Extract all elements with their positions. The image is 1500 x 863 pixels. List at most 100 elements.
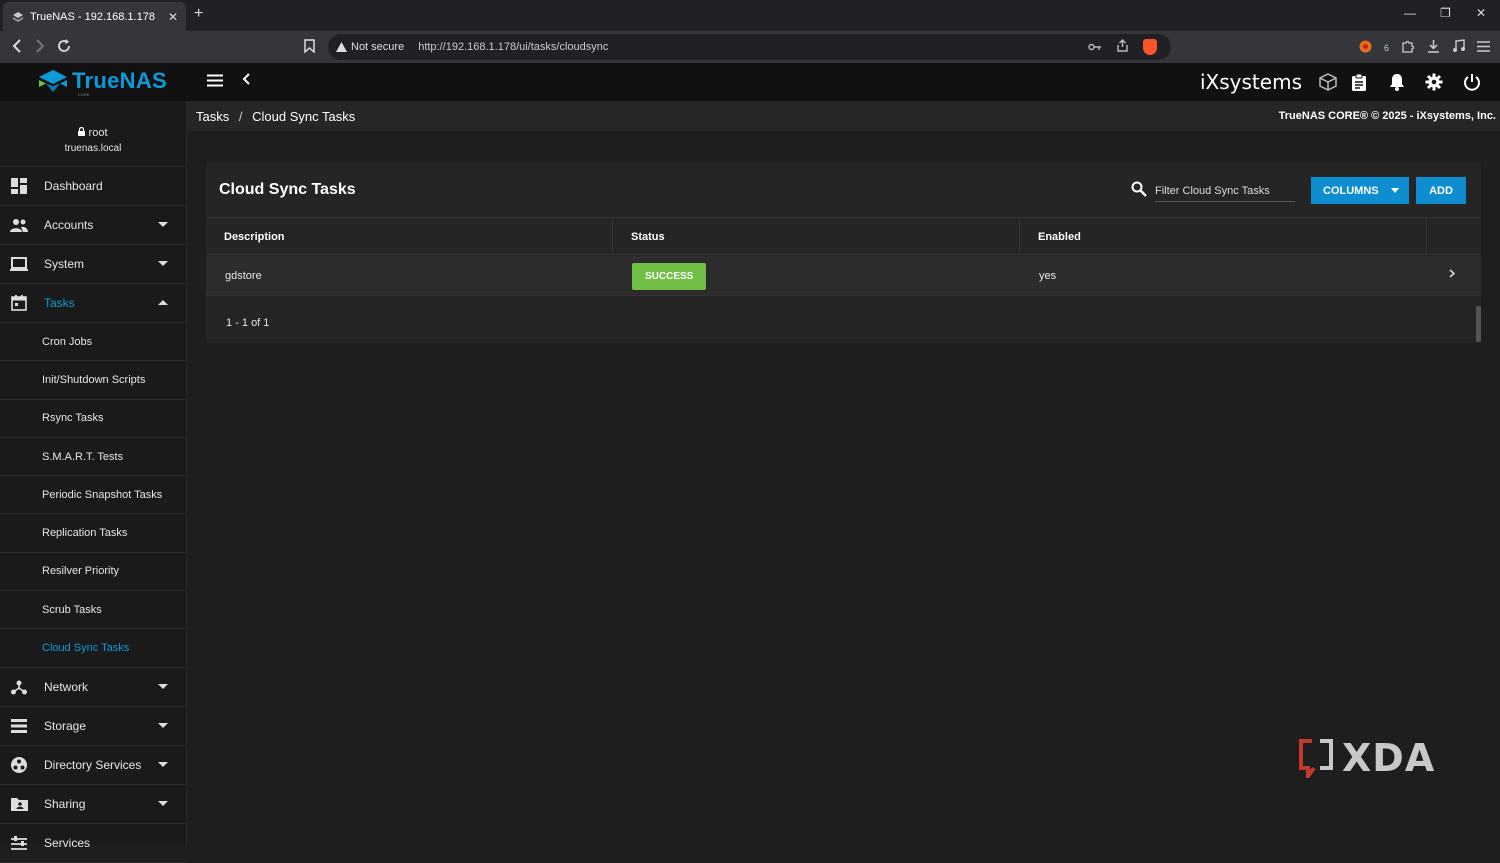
security-indicator[interactable]: Not secure <box>336 41 404 53</box>
sidebar-item-label: Sharing <box>44 796 86 811</box>
bell-icon[interactable] <box>1387 72 1407 92</box>
sidebar-subitem-resilver-priority[interactable]: Resilver Priority <box>0 553 186 592</box>
close-window-button[interactable]: ✕ <box>1476 6 1486 20</box>
clipboard-icon[interactable] <box>1349 72 1369 92</box>
extensions-puzzle-icon[interactable] <box>1401 39 1415 56</box>
sidebar-subitem-periodic-snapshot-tasks[interactable]: Periodic Snapshot Tasks <box>0 476 186 515</box>
app-header: TrueNAS CORE iXsystems <box>0 63 1500 101</box>
sidebar-item-label: System <box>44 257 85 271</box>
truenas-logo[interactable]: TrueNAS CORE <box>38 68 167 97</box>
sidebar: root truenas.local Dashboard Accounts Sy… <box>0 101 187 863</box>
filter-box <box>1131 176 1295 202</box>
columns-label: COLUMNS <box>1323 185 1379 197</box>
power-icon[interactable] <box>1462 72 1482 92</box>
pagination-range: 1 - 1 of 1 <box>226 317 270 329</box>
sidebar-item-storage[interactable]: Storage <box>0 707 186 746</box>
truenas-favicon-icon <box>11 10 24 23</box>
bookmark-icon[interactable] <box>304 39 315 56</box>
storage-icon <box>10 717 28 735</box>
breadcrumb-bar: Tasks / Cloud Sync Tasks TrueNAS CORE® ©… <box>187 101 1500 131</box>
forward-icon[interactable] <box>35 39 45 56</box>
sidebar-item-label: Directory Services <box>44 757 142 772</box>
address-bar[interactable]: Not secure http://192.168.1.178/ui/tasks… <box>328 34 1171 60</box>
expand-caret-icon <box>158 800 168 806</box>
search-icon <box>1131 181 1147 197</box>
sidebar-item-label: Tasks <box>44 296 75 310</box>
extension-rewards-icon[interactable] <box>1359 40 1372 56</box>
browser-tab[interactable]: TrueNAS - 192.168.1.178 ✕ <box>3 2 186 31</box>
cell-description: gdstore <box>225 270 262 282</box>
security-label: Not secure <box>351 41 405 53</box>
media-icon[interactable] <box>1452 39 1465 56</box>
breadcrumb: Tasks / Cloud Sync Tasks <box>196 109 355 124</box>
sidebar-item-network[interactable]: Network <box>0 668 186 707</box>
ixsystems-logo[interactable]: iXsystems <box>1200 70 1302 94</box>
sidebar-item-accounts[interactable]: Accounts <box>0 206 186 245</box>
card-header: Cloud Sync Tasks COLUMNS ADD <box>206 162 1481 218</box>
hostname: truenas.local <box>64 143 122 154</box>
browser-toolbar: Not secure http://192.168.1.178/ui/tasks… <box>0 31 1500 63</box>
tab-close-icon[interactable]: ✕ <box>168 10 178 24</box>
extension-badge: 6 <box>1383 42 1389 53</box>
expand-row-icon[interactable] <box>1449 267 1456 281</box>
sidebar-item-services[interactable]: Services <box>0 824 186 863</box>
sidebar-item-system[interactable]: System <box>0 245 186 284</box>
brave-shield-icon[interactable] <box>1143 39 1157 55</box>
table-header: Description Status Enabled <box>206 218 1481 255</box>
username: root <box>88 127 108 139</box>
dropdown-arrow-icon <box>1391 188 1399 193</box>
minimize-button[interactable]: — <box>1404 6 1416 20</box>
scrollbar-thumb[interactable] <box>1476 306 1481 342</box>
sidebar-item-label: Dashboard <box>44 179 103 193</box>
sidebar-subitem-init-shutdown-scripts[interactable]: Init/Shutdown Scripts <box>0 361 186 400</box>
sidebar-subitem-rsync-tasks[interactable]: Rsync Tasks <box>0 400 186 438</box>
back-icon[interactable] <box>12 39 22 56</box>
collapse-sidebar-icon[interactable] <box>242 72 250 89</box>
column-header-enabled[interactable]: Enabled <box>1020 218 1427 255</box>
status-badge[interactable]: SUCCESS <box>632 262 707 290</box>
sidebar-subitem-cron-jobs[interactable]: Cron Jobs <box>0 323 186 362</box>
laptop-icon <box>10 255 28 273</box>
reload-icon[interactable] <box>57 39 71 56</box>
xda-logo-icon <box>1299 739 1333 778</box>
browser-menu-icon[interactable] <box>1477 40 1490 55</box>
sidebar-item-tasks[interactable]: Tasks <box>0 284 186 323</box>
sidebar-subitem-scrub-tasks[interactable]: Scrub Tasks <box>0 591 186 630</box>
sidebar-item-label: Accounts <box>44 218 94 232</box>
new-tab-button[interactable]: + <box>194 5 203 23</box>
sidebar-item-label: Storage <box>44 718 87 733</box>
key-icon[interactable] <box>1088 40 1102 54</box>
sidebar-item-dashboard[interactable]: Dashboard <box>0 167 186 206</box>
maximize-button[interactable]: ❐ <box>1440 6 1451 20</box>
filter-input[interactable] <box>1155 180 1295 202</box>
sidebar-subitem-smart-tests[interactable]: S.M.A.R.T. Tests <box>0 438 186 477</box>
columns-button[interactable]: COLUMNS <box>1311 177 1409 204</box>
sidebar-item-sharing[interactable]: Sharing <box>0 785 186 824</box>
share-icon[interactable] <box>1116 39 1129 55</box>
expand-caret-icon <box>158 722 168 728</box>
browser-tab-bar: TrueNAS - 192.168.1.178 ✕ + — ❐ ✕ <box>0 0 1500 31</box>
column-header-description[interactable]: Description <box>206 218 613 255</box>
logo-subtext: CORE <box>78 92 90 97</box>
column-header-actions <box>1427 218 1481 255</box>
sidebar-subitem-replication-tasks[interactable]: Replication Tasks <box>0 514 186 553</box>
url-text[interactable]: http://192.168.1.178/ui/tasks/cloudsync <box>418 41 608 53</box>
sidebar-item-directory-services[interactable]: Directory Services <box>0 746 186 785</box>
breadcrumb-tasks-link[interactable]: Tasks <box>196 109 229 124</box>
page-title: Cloud Sync Tasks <box>219 181 356 198</box>
collapse-caret-icon <box>158 300 168 305</box>
network-icon <box>10 678 28 696</box>
column-header-status[interactable]: Status <box>613 218 1020 255</box>
menu-toggle-icon[interactable] <box>207 74 223 92</box>
breadcrumb-separator: / <box>238 109 243 124</box>
expand-caret-icon <box>158 761 168 767</box>
download-icon[interactable] <box>1427 39 1440 56</box>
gear-icon[interactable] <box>1424 72 1444 92</box>
copyright-text: TrueNAS CORE® © 2025 - iXsystems, Inc. <box>1278 110 1496 122</box>
add-button[interactable]: ADD <box>1416 177 1466 204</box>
table-row[interactable]: gdstore SUCCESS yes <box>206 256 1481 296</box>
truecommand-icon[interactable] <box>1318 72 1338 92</box>
sidebar-subitem-cloud-sync-tasks[interactable]: Cloud Sync Tasks <box>0 629 186 668</box>
dashboard-icon <box>10 177 28 195</box>
people-icon <box>10 216 28 234</box>
